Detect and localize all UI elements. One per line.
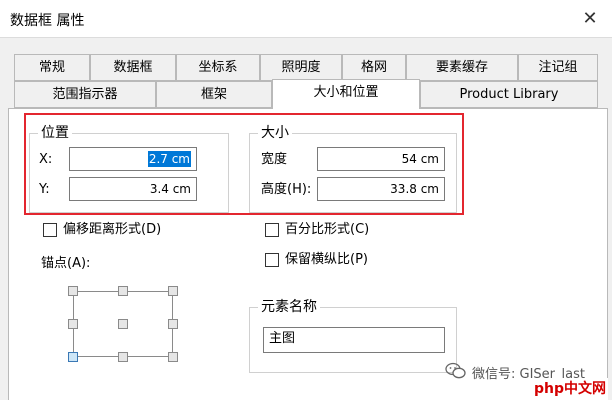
size-legend: 大小 <box>258 124 292 142</box>
element-name-legend: 元素名称 <box>258 298 320 316</box>
percent-checkbox[interactable] <box>265 223 279 237</box>
offset-distance-checkbox[interactable] <box>43 223 57 237</box>
percent-label: 百分比形式(C) <box>285 222 370 237</box>
keep-ratio-checkbox[interactable] <box>265 253 279 267</box>
window-title: 数据框 属性 <box>10 13 85 29</box>
anchor-bottom-left[interactable] <box>68 352 78 362</box>
x-position-input[interactable]: 2.7 cm <box>69 147 197 171</box>
tab-general[interactable]: 常规 <box>14 54 90 81</box>
width-input[interactable]: 54 cm <box>317 147 445 171</box>
tab-extent-indicators[interactable]: 范围指示器 <box>14 81 156 108</box>
y-position-input[interactable]: 3.4 cm <box>69 177 197 201</box>
tab-data-frame[interactable]: 数据框 <box>90 54 176 81</box>
tab-illumination[interactable]: 照明度 <box>260 54 342 81</box>
tab-coordinate-system[interactable]: 坐标系 <box>176 54 260 81</box>
height-input[interactable]: 33.8 cm <box>317 177 445 201</box>
anchor-top-center[interactable] <box>118 286 128 296</box>
close-icon[interactable]: ✕ <box>578 7 602 31</box>
width-label: 宽度 <box>261 152 288 167</box>
php-logo-suffix: 中文网 <box>564 381 607 397</box>
offset-distance-label: 偏移距离形式(D) <box>63 222 162 237</box>
anchor-middle-right[interactable] <box>168 319 178 329</box>
tab-product-library[interactable]: Product Library <box>420 81 598 108</box>
height-label: 高度(H): <box>261 182 312 197</box>
size-group: 大小 <box>249 124 457 213</box>
anchor-label: 锚点(A): <box>41 256 91 271</box>
tab-annotation-groups[interactable]: 注记组 <box>518 54 598 81</box>
tab-feature-cache[interactable]: 要素缓存 <box>406 54 518 81</box>
tab-grids[interactable]: 格网 <box>342 54 406 81</box>
x-position-value: 2.7 cm <box>147 151 191 167</box>
keep-ratio-label: 保留横纵比(P) <box>285 252 368 267</box>
tab-panel: 位置 X: 2.7 cm Y: 3.4 cm 大小 宽度 54 cm 高度(H)… <box>8 108 608 400</box>
position-group: 位置 <box>29 124 229 213</box>
wechat-icon <box>445 362 466 379</box>
position-legend: 位置 <box>38 124 72 142</box>
anchor-center[interactable] <box>118 319 128 329</box>
x-label: X: <box>39 152 53 167</box>
anchor-bottom-center[interactable] <box>118 352 128 362</box>
anchor-top-left[interactable] <box>68 286 78 296</box>
title-bar: 数据框 属性 ✕ <box>0 0 612 38</box>
anchor-middle-left[interactable] <box>68 319 78 329</box>
anchor-top-right[interactable] <box>168 286 178 296</box>
element-name-input[interactable]: 主图 <box>263 327 445 353</box>
php-logo-text: php <box>534 381 565 397</box>
tab-frame[interactable]: 框架 <box>156 81 272 108</box>
php-logo: php中文网 <box>530 378 608 400</box>
tab-size-and-position[interactable]: 大小和位置 <box>272 79 420 109</box>
anchor-bottom-right[interactable] <box>168 352 178 362</box>
y-label: Y: <box>39 182 50 197</box>
